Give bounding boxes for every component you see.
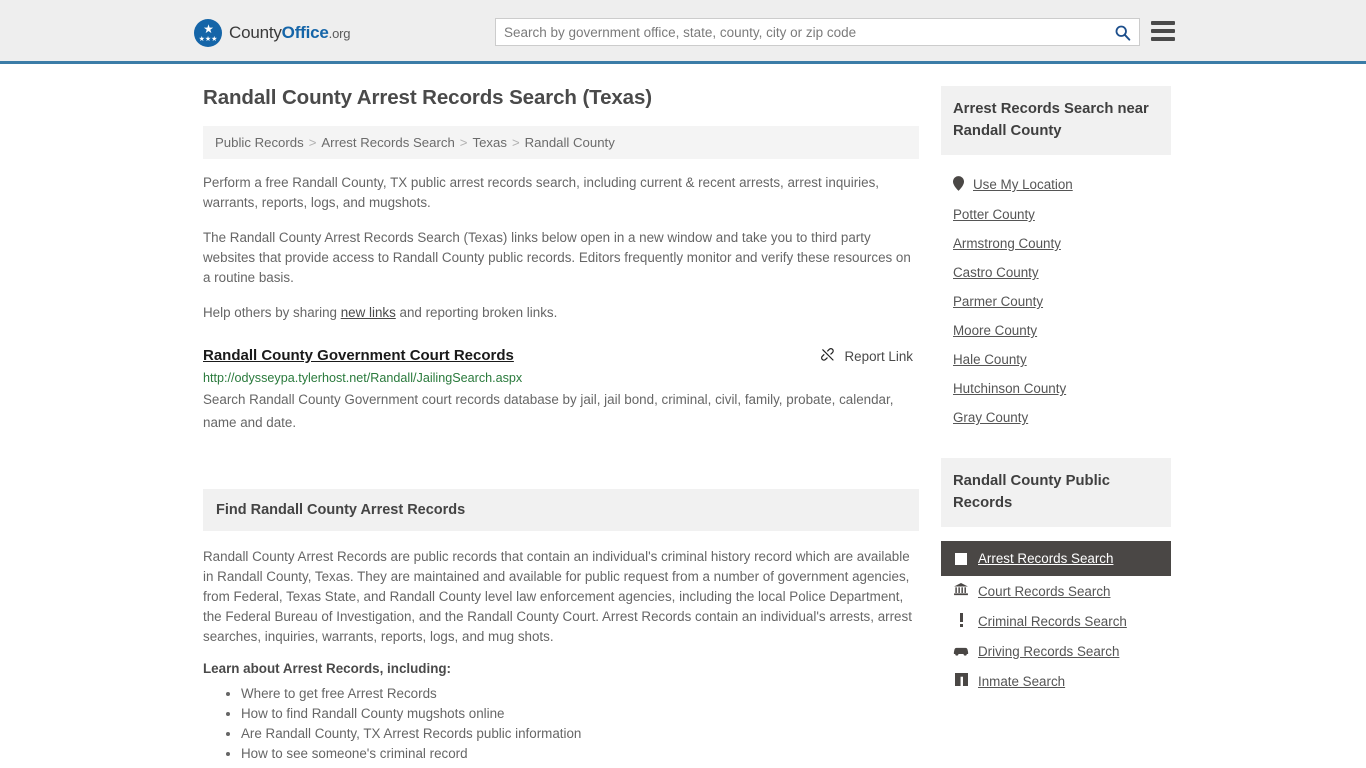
sidebar: Arrest Records Search near Randall Count… <box>941 86 1171 768</box>
courthouse-icon <box>953 583 969 599</box>
report-link-button[interactable]: Report Link <box>820 348 913 364</box>
main-content: Randall County Arrest Records Search (Te… <box>195 86 919 768</box>
breadcrumb-item-public-records[interactable]: Public Records <box>215 135 304 150</box>
sidebar-item-criminal-records-search[interactable]: Criminal Records Search <box>941 606 1171 637</box>
eagle-seal-icon: ★ ★★★ <box>194 19 222 47</box>
exclamation-icon <box>953 613 969 630</box>
sidebar-item-hale-county[interactable]: Hale County <box>941 345 1171 374</box>
sidebar-item-court-records-search[interactable]: Court Records Search <box>941 576 1171 606</box>
public-records-heading: Randall County Public Records <box>941 458 1171 527</box>
search-icon <box>1115 25 1130 41</box>
search-input[interactable] <box>496 19 1105 45</box>
hamburger-menu-icon[interactable] <box>1151 21 1175 41</box>
county-link[interactable]: Parmer County <box>953 294 1043 309</box>
list-item: How to find Randall County mugshots onli… <box>241 704 913 724</box>
intro-paragraph-3: Help others by sharing new links and rep… <box>203 303 913 323</box>
share-text-after: and reporting broken links. <box>395 305 558 320</box>
broken-link-icon <box>820 348 834 361</box>
new-links-link[interactable]: new links <box>341 305 396 320</box>
county-link[interactable]: Castro County <box>953 265 1039 280</box>
map-pin-icon <box>953 176 964 193</box>
county-link[interactable]: Hutchinson County <box>953 381 1066 396</box>
logo-text-county: County <box>229 23 282 42</box>
breadcrumb-separator: > <box>308 135 317 150</box>
county-link[interactable]: Moore County <box>953 323 1037 338</box>
nearby-county-list: Use My Location Potter County Armstrong … <box>941 155 1171 432</box>
nearby-search-box: Arrest Records Search near Randall Count… <box>941 86 1171 432</box>
public-record-link[interactable]: Inmate Search <box>978 674 1065 689</box>
public-record-link[interactable]: Court Records Search <box>978 584 1110 599</box>
logo-wordmark: CountyOffice.org <box>229 23 350 43</box>
sidebar-item-inmate-search[interactable]: Inmate Search <box>941 666 1171 696</box>
sidebar-item-hutchinson-county[interactable]: Hutchinson County <box>941 374 1171 403</box>
result-title-link[interactable]: Randall County Government Court Records <box>203 347 514 364</box>
jail-icon <box>953 673 969 689</box>
site-header: ★ ★★★ CountyOffice.org <box>0 0 1366 64</box>
public-records-box: Randall County Public Records Arrest Rec… <box>941 458 1171 696</box>
intro-paragraph-1: Perform a free Randall County, TX public… <box>203 175 880 210</box>
result-url: http://odysseypa.tylerhost.net/Randall/J… <box>203 371 523 385</box>
learn-about-list: Where to get free Arrest Records How to … <box>203 684 913 768</box>
list-item: What information is available in an Arre… <box>241 764 913 768</box>
sidebar-item-castro-county[interactable]: Castro County <box>941 258 1171 287</box>
sidebar-item-use-my-location[interactable]: Use My Location <box>941 169 1171 200</box>
breadcrumb-item-arrest-records-search[interactable]: Arrest Records Search <box>321 135 454 150</box>
public-record-link[interactable]: Criminal Records Search <box>978 614 1127 629</box>
sidebar-item-driving-records-search[interactable]: Driving Records Search <box>941 637 1171 666</box>
sidebar-item-armstrong-county[interactable]: Armstrong County <box>941 229 1171 258</box>
search-button[interactable] <box>1105 19 1139 45</box>
sidebar-item-gray-county[interactable]: Gray County <box>941 403 1171 432</box>
county-link[interactable]: Armstrong County <box>953 236 1061 251</box>
result-description: Search Randall County Government court r… <box>203 392 894 430</box>
page-title: Randall County Arrest Records Search (Te… <box>203 86 653 109</box>
breadcrumb: Public Records > Arrest Records Search > Tex… <box>203 126 919 159</box>
result-item: Randall County Government Court Records … <box>203 347 913 434</box>
search-bar[interactable] <box>495 18 1140 46</box>
sidebar-item-parmer-county[interactable]: Parmer County <box>941 287 1171 316</box>
logo-text-tld: .org <box>328 26 351 41</box>
find-section-body: Randall County Arrest Records are public… <box>203 547 913 768</box>
list-item: How to see someone's criminal record <box>241 744 913 764</box>
breadcrumb-item-randall-county[interactable]: Randall County <box>525 135 615 150</box>
find-section-paragraph: Randall County Arrest Records are public… <box>203 549 912 644</box>
county-link[interactable]: Hale County <box>953 352 1027 367</box>
list-item: Are Randall County, TX Arrest Records pu… <box>241 724 913 744</box>
report-link-label: Report Link <box>844 348 913 364</box>
sidebar-item-moore-county[interactable]: Moore County <box>941 316 1171 345</box>
list-item: Where to get free Arrest Records <box>241 684 913 704</box>
sidebar-item-arrest-records-search[interactable]: Arrest Records Search <box>941 541 1171 576</box>
site-logo[interactable]: ★ ★★★ CountyOffice.org <box>194 19 350 47</box>
fingerprint-card-icon <box>955 552 967 565</box>
breadcrumb-separator: > <box>511 135 520 150</box>
public-record-link[interactable]: Driving Records Search <box>978 644 1119 659</box>
logo-text-office: Office <box>281 23 329 42</box>
share-text-before: Help others by sharing <box>203 305 341 320</box>
nearby-search-heading: Arrest Records Search near Randall Count… <box>941 86 1171 155</box>
public-records-list: Arrest Records Search Court Records Sear… <box>941 527 1171 696</box>
breadcrumb-separator: > <box>459 135 468 150</box>
find-section-heading: Find Randall County Arrest Records <box>203 489 919 531</box>
sidebar-item-potter-county[interactable]: Potter County <box>941 200 1171 229</box>
intro-paragraph-2: The Randall County Arrest Records Search… <box>203 230 911 285</box>
page-body: Randall County Arrest Records Search (Te… <box>0 64 1366 768</box>
county-link[interactable]: Potter County <box>953 207 1035 222</box>
breadcrumb-item-texas[interactable]: Texas <box>472 135 506 150</box>
county-link[interactable]: Gray County <box>953 410 1028 425</box>
learn-about-title: Learn about Arrest Records, including: <box>203 661 452 676</box>
car-icon <box>953 644 969 659</box>
use-my-location-link[interactable]: Use My Location <box>973 177 1073 192</box>
public-record-link[interactable]: Arrest Records Search <box>978 551 1113 566</box>
